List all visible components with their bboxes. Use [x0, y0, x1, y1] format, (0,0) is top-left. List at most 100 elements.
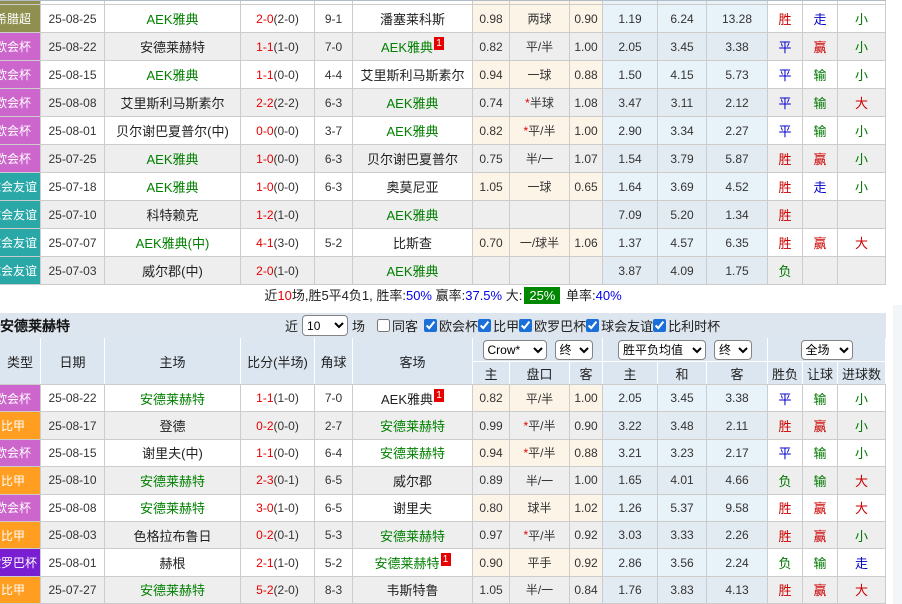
filter-checkbox[interactable] [424, 319, 437, 332]
goals-result: 小 [838, 385, 886, 411]
corner-score: 6-3 [315, 145, 353, 172]
euro-home-odds: 1.76 [603, 577, 658, 603]
filter-option: 同客 [377, 316, 418, 335]
ah-line: 半/一 [510, 467, 570, 493]
table-row: 欧会杯25-08-22安德莱赫特1-1(1-0)7-0AEK雅典10.82平/半… [0, 33, 886, 61]
result-scope-group: 全场 [768, 338, 886, 361]
match-date: 25-08-01 [41, 117, 105, 144]
filter-checkboxes: 同客欧会杯比甲欧罗巴杯球会友谊比利时杯 [377, 316, 720, 335]
ah-line: 两球 [510, 5, 570, 32]
half-time-score: (1-0) [274, 208, 299, 222]
filter-checkbox[interactable] [653, 319, 666, 332]
euro-away-odds: 2.11 [707, 412, 768, 438]
league-badge-label: 欧会杯 [0, 94, 40, 111]
ah-away-odds: 1.00 [570, 33, 603, 60]
home-team: 安德莱赫特 [105, 495, 241, 521]
full-time-score: 0-2 [256, 528, 273, 542]
ah-away-odds: 1.00 [570, 385, 603, 411]
clipped-cell [0, 1, 41, 4]
league-badge: 比甲 [0, 577, 41, 603]
subcol-eu-draw: 和 [658, 362, 707, 384]
team-name: 安德莱赫特 [380, 416, 445, 435]
euro-away-odds: 1.34 [707, 201, 768, 228]
ah-home-odds: 1.05 [473, 577, 510, 603]
euro-draw-odds: 6.24 [658, 5, 707, 32]
goals-result [838, 257, 886, 284]
euro-draw-odds: 3.69 [658, 173, 707, 200]
subcol-eu-home: 主 [603, 362, 658, 384]
col-header-score: 比分(半场) [241, 338, 315, 384]
league-badge: 欧罗巴杯 [0, 549, 41, 575]
col-header-home: 主场 [105, 338, 241, 384]
summary-line: 近10场,胜5平4负1, 胜率:50% 赢率:37.5% 大:25% 单率:40… [0, 285, 886, 308]
home-team: 科特赖克 [105, 201, 241, 228]
goals-result: 大 [838, 229, 886, 256]
league-badge-label: 欧会杯 [0, 444, 40, 461]
filter-option: 欧罗巴杯 [519, 316, 586, 335]
scrollbar-track[interactable] [893, 305, 902, 604]
team-name: AEK雅典 [386, 205, 438, 224]
match-date: 25-07-18 [41, 173, 105, 200]
summary-segment: 40% [596, 288, 622, 303]
match-result: 胜 [768, 412, 803, 438]
filter-checkbox[interactable] [519, 319, 532, 332]
ah-line: 平手 [510, 549, 570, 575]
team-name: 安德莱赫特 [140, 580, 205, 599]
home-team: 艾里斯利马斯素尔 [105, 89, 241, 116]
odds-company-select[interactable]: Crow* [483, 340, 547, 360]
ah-line: *半球 [510, 89, 570, 116]
table-row: 欧会杯25-07-25AEK雅典1-0(0-0)6-3贝尔谢巴夏普尔0.75半/… [0, 145, 886, 173]
ah-line: *平/半 [510, 522, 570, 548]
team-name: 威尔郡(中) [142, 261, 203, 280]
table-row: 欧会杯25-08-01贝尔谢巴夏普尔(中)0-0(0-0)3-7AEK雅典0.8… [0, 117, 886, 145]
team-name: 奥莫尼亚 [386, 177, 438, 196]
handicap-result: 赢 [803, 577, 838, 603]
euro-draw-odds: 3.45 [658, 33, 707, 60]
euro-draw-odds: 5.37 [658, 495, 707, 521]
filter-checkbox[interactable] [478, 319, 491, 332]
ah-away-odds: 1.00 [570, 117, 603, 144]
col-header-date: 日期 [41, 338, 105, 384]
away-team: 安德莱赫特 [353, 412, 473, 438]
subcol-handicap-result: 让球 [803, 362, 838, 384]
euro-time-select[interactable]: 终 [714, 340, 752, 360]
league-badge: 欧会杯 [0, 117, 41, 144]
team-name: 安德莱赫特 [140, 389, 205, 408]
euro-away-odds: 2.24 [707, 549, 768, 575]
home-team: AEK雅典 [105, 173, 241, 200]
clipped-cell [473, 1, 510, 4]
euro-home-odds: 7.09 [603, 201, 658, 228]
full-time-score: 1-0 [256, 152, 273, 166]
ah-line: 一球 [510, 173, 570, 200]
league-badge-label: 欧会杯 [0, 499, 40, 516]
summary-segment: 场,胜5平4负1, 胜率: [292, 288, 406, 303]
score: 5-2(2-0) [241, 577, 315, 603]
league-badge: 球会友谊 [0, 229, 41, 256]
euro-away-odds: 2.17 [707, 440, 768, 466]
half-time-score: (0-0) [274, 446, 299, 460]
table-row: 球会友谊25-07-03威尔郡(中)2-0(1-0)AEK雅典3.874.091… [0, 257, 886, 285]
home-team: 安德莱赫特 [105, 33, 241, 60]
league-badge: 欧会杯 [0, 33, 41, 60]
filter-checkbox[interactable] [377, 319, 390, 332]
goals-result: 小 [838, 61, 886, 88]
goals-result: 小 [838, 412, 886, 438]
odds-selects-row: Crow* 终 胜平负均值 终 全场 [473, 338, 886, 362]
euro-average-select[interactable]: 胜平负均值 [618, 340, 706, 360]
ah-home-odds: 0.75 [473, 145, 510, 172]
match-date: 25-07-10 [41, 201, 105, 228]
ah-away-odds: 0.65 [570, 173, 603, 200]
ah-home-odds: 0.94 [473, 61, 510, 88]
full-match-select[interactable]: 全场 [801, 340, 853, 360]
recent-count-select[interactable]: 10 [302, 315, 348, 336]
euro-away-odds: 3.38 [707, 33, 768, 60]
filter-checkbox[interactable] [586, 319, 599, 332]
euro-home-odds: 3.22 [603, 412, 658, 438]
ah-home-odds: 0.99 [473, 412, 510, 438]
handicap-time-select[interactable]: 终 [555, 340, 593, 360]
euro-draw-odds: 3.11 [658, 89, 707, 116]
ah-home-odds: 0.89 [473, 467, 510, 493]
league-badge-label: 比甲 [0, 472, 40, 489]
score: 4-1(3-0) [241, 229, 315, 256]
euro-home-odds: 2.05 [603, 33, 658, 60]
